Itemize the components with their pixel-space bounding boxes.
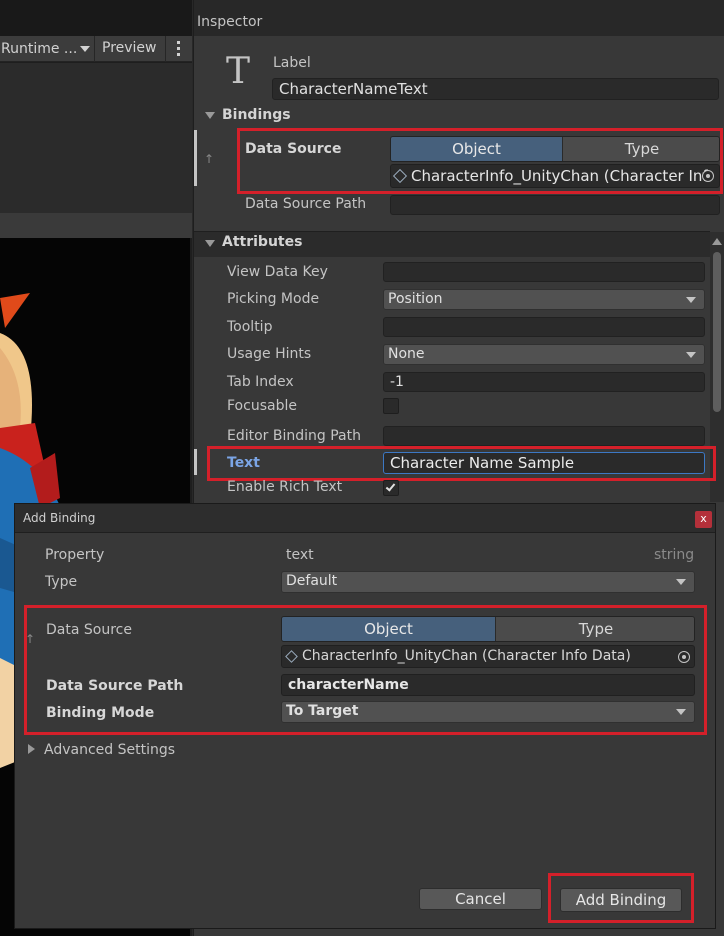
left-toolbar: Runtime ... Preview [0, 36, 192, 62]
text-property-field[interactable]: Character Name Sample [383, 452, 705, 474]
bindings-header[interactable]: Bindings [222, 107, 291, 123]
binding-link-icon: ↑ [204, 152, 215, 166]
editor-binding-path-label: Editor Binding Path [227, 428, 361, 444]
picking-mode-label: Picking Mode [227, 291, 320, 307]
type-value: Default [286, 573, 338, 589]
close-icon[interactable]: x [695, 511, 712, 528]
binding-mode-value: To Target [286, 703, 359, 719]
scriptable-object-icon [285, 650, 298, 663]
data-source-path-label: Data Source Path [245, 196, 367, 212]
element-name-field[interactable]: CharacterNameText [272, 78, 719, 100]
toolbar-divider [165, 36, 166, 62]
binding-mode-label: Binding Mode [46, 705, 155, 721]
runtime-dropdown-label: Runtime ... [1, 41, 78, 57]
add-binding-dialog: Add Binding x Property text string Type … [14, 503, 716, 929]
object-picker-icon[interactable] [702, 170, 714, 182]
dialog-title-bar: Add Binding x [15, 504, 715, 533]
advanced-settings-foldout-arrow[interactable] [28, 744, 35, 754]
type-dropdown[interactable]: Default [281, 571, 695, 593]
viewport-header [0, 213, 192, 238]
inspector-tab[interactable]: Inspector [197, 14, 262, 30]
label-type-icon: T [226, 51, 251, 92]
chevron-down-icon [676, 709, 686, 715]
dialog-toggle-object-button[interactable]: Object [282, 617, 495, 641]
view-data-key-label: View Data Key [227, 264, 328, 280]
dialog-data-source-object-value: CharacterInfo_UnityChan (Character Info … [302, 648, 631, 664]
text-property-value: Character Name Sample [390, 454, 575, 472]
dialog-toggle-type-button[interactable]: Type [495, 617, 694, 641]
toggle-object-button[interactable]: Object [391, 137, 562, 161]
attributes-header[interactable]: Attributes [222, 234, 302, 250]
chevron-down-icon [676, 579, 686, 585]
left-blank-area [0, 63, 192, 213]
data-source-object-value: CharacterInfo_UnityChan (Character Inf [411, 167, 708, 185]
preview-button[interactable]: Preview [102, 36, 157, 62]
usage-hints-dropdown[interactable]: None [383, 344, 705, 365]
binding-mode-dropdown[interactable]: To Target [281, 701, 695, 723]
data-source-toggle: Object Type [390, 136, 720, 162]
property-value: text [286, 547, 314, 563]
toggle-type-button[interactable]: Type [562, 137, 719, 161]
text-row-indicator [194, 449, 197, 475]
dialog-data-source-label: Data Source [46, 622, 132, 638]
dialog-data-source-path-value: characterName [288, 677, 409, 693]
chevron-down-icon [686, 297, 696, 303]
property-label: Property [45, 547, 105, 563]
tab-index-value: -1 [390, 374, 404, 390]
element-name-value: CharacterNameText [279, 80, 428, 98]
binding-row-indicator [194, 130, 197, 186]
focusable-label: Focusable [227, 398, 297, 414]
enable-rich-text-label: Enable Rich Text [227, 479, 343, 495]
usage-hints-value: None [388, 346, 425, 362]
attributes-foldout-arrow[interactable] [205, 240, 215, 247]
editor-binding-path-field[interactable] [383, 426, 705, 446]
dialog-title: Add Binding [23, 511, 96, 525]
data-source-label: Data Source [245, 141, 342, 157]
inspector-tab-bar: Inspector [194, 0, 724, 36]
focusable-checkbox[interactable] [383, 398, 399, 414]
runtime-dropdown[interactable]: Runtime ... [0, 36, 94, 62]
checkmark-icon [385, 481, 396, 492]
data-source-path-field[interactable] [390, 195, 720, 215]
bindings-foldout-arrow[interactable] [205, 112, 215, 119]
inspector-scrollbar[interactable] [710, 232, 724, 502]
object-picker-icon[interactable] [678, 651, 690, 663]
tab-index-label: Tab Index [227, 374, 294, 390]
left-top-bar [0, 0, 192, 36]
chevron-down-icon [686, 352, 696, 358]
dialog-data-source-path-label: Data Source Path [46, 678, 184, 694]
toolbar-divider [94, 36, 95, 62]
property-type: string [654, 547, 695, 563]
dialog-data-source-object-field[interactable]: CharacterInfo_UnityChan (Character Info … [281, 645, 695, 668]
tooltip-field[interactable] [383, 317, 705, 337]
picking-mode-value: Position [388, 291, 443, 307]
scroll-up-icon[interactable] [712, 238, 722, 245]
dialog-link-icon: ↑ [25, 632, 36, 646]
tooltip-label: Tooltip [227, 319, 273, 335]
dialog-data-source-toggle: Object Type [281, 616, 695, 642]
enable-rich-text-checkbox[interactable] [383, 480, 399, 496]
chevron-down-icon [80, 46, 90, 52]
element-type-label: Label [273, 55, 311, 71]
usage-hints-label: Usage Hints [227, 346, 312, 362]
view-data-key-field[interactable] [383, 262, 705, 282]
type-label: Type [45, 574, 78, 590]
add-binding-button[interactable]: Add Binding [560, 888, 682, 912]
picking-mode-dropdown[interactable]: Position [383, 289, 705, 310]
advanced-settings-foldout[interactable]: Advanced Settings [44, 742, 175, 758]
scriptable-object-icon [392, 168, 408, 184]
text-property-label[interactable]: Text [227, 455, 260, 471]
data-source-object-field[interactable]: CharacterInfo_UnityChan (Character Inf [390, 164, 720, 188]
kebab-menu-icon[interactable] [174, 41, 184, 57]
tab-index-field[interactable]: -1 [383, 372, 705, 392]
cancel-button[interactable]: Cancel [419, 888, 542, 910]
dialog-data-source-path-field[interactable]: characterName [281, 674, 695, 696]
scrollbar-thumb[interactable] [713, 252, 721, 412]
